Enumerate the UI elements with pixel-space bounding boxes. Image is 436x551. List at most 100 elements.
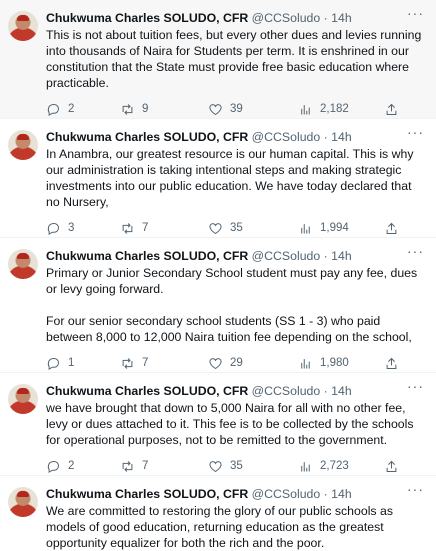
tweet-paragraph: We are committed to restoring the glory … <box>46 504 393 550</box>
share-icon <box>386 357 397 369</box>
retweet-icon <box>122 357 133 369</box>
like-button[interactable]: 29 <box>208 356 298 371</box>
views-count: 1,980 <box>320 357 349 369</box>
share-button[interactable] <box>384 221 404 236</box>
like-count: 29 <box>230 357 243 369</box>
tweet[interactable]: Chukwuma Charles SOLUDO, CFR @CCSoludo ·… <box>0 238 436 372</box>
reply-button[interactable]: 3 <box>46 221 120 236</box>
views-icon <box>301 223 310 233</box>
reply-button[interactable]: 2 <box>46 102 120 117</box>
tweet-paragraph: For our senior secondary school students… <box>46 314 412 344</box>
reply-count: 2 <box>68 460 75 472</box>
author-name[interactable]: Chukwuma Charles SOLUDO, CFR <box>46 249 248 263</box>
share-button[interactable] <box>384 356 404 371</box>
views-icon <box>301 461 310 471</box>
reply-icon <box>47 222 59 235</box>
reply-icon <box>47 460 59 473</box>
avatar[interactable] <box>8 384 38 414</box>
like-count: 35 <box>230 222 243 234</box>
tweet-time[interactable]: 14h <box>331 11 352 25</box>
avatar[interactable] <box>8 249 38 279</box>
reply-button[interactable]: 1 <box>46 356 120 371</box>
author-handle[interactable]: @CCSoludo <box>252 249 321 263</box>
retweet-count: 7 <box>142 357 149 369</box>
views-button[interactable]: 2,723 <box>298 459 384 474</box>
tweet-text: we have brought that down to 5,000 Naira… <box>46 400 428 448</box>
tweet[interactable]: Chukwuma Charles SOLUDO, CFR @CCSoludo ·… <box>0 373 436 475</box>
views-count: 1,994 <box>320 222 349 234</box>
heart-icon <box>209 357 222 369</box>
avatar[interactable] <box>8 487 38 517</box>
reply-icon <box>47 357 59 370</box>
tweet[interactable]: Chukwuma Charles SOLUDO, CFR @CCSoludo ·… <box>0 119 436 237</box>
more-options-icon[interactable]: ··· <box>407 379 424 393</box>
tweet-paragraph: Primary or Junior Secondary School stude… <box>46 266 418 296</box>
more-options-icon[interactable]: ··· <box>407 6 424 20</box>
like-count: 39 <box>230 103 243 115</box>
views-icon <box>301 358 310 368</box>
share-icon <box>386 460 397 472</box>
views-count: 2,723 <box>320 460 349 472</box>
more-options-icon[interactable]: ··· <box>407 244 424 258</box>
like-count: 35 <box>230 460 243 472</box>
share-icon <box>386 222 397 234</box>
author-name[interactable]: Chukwuma Charles SOLUDO, CFR <box>46 130 248 144</box>
author-handle[interactable]: @CCSoludo <box>252 487 321 501</box>
retweet-button[interactable]: 7 <box>120 356 208 371</box>
views-button[interactable]: 1,980 <box>298 356 384 371</box>
tweet[interactable]: Chukwuma Charles SOLUDO, CFR @CCSoludo ·… <box>0 476 436 551</box>
reply-count: 1 <box>68 357 75 369</box>
like-button[interactable]: 35 <box>208 459 298 474</box>
tweet-actions: 2 7 35 2,723 <box>46 458 428 474</box>
like-button[interactable]: 39 <box>208 102 298 117</box>
tweet-actions: 2 9 39 2,182 <box>46 101 428 117</box>
author-handle[interactable]: @CCSoludo <box>252 130 321 144</box>
tweet-text: In Anambra, our greatest resource is our… <box>46 146 428 210</box>
retweet-icon <box>122 222 133 234</box>
avatar[interactable] <box>8 11 38 41</box>
views-button[interactable]: 2,182 <box>298 102 384 117</box>
reply-icon <box>47 103 59 116</box>
author-handle[interactable]: @CCSoludo <box>252 11 321 25</box>
tweet-actions: 3 7 35 1,994 <box>46 220 428 236</box>
heart-icon <box>209 222 222 234</box>
more-options-icon[interactable]: ··· <box>407 482 424 496</box>
tweet-time[interactable]: 14h <box>331 249 352 263</box>
share-button[interactable] <box>384 459 404 474</box>
share-button[interactable] <box>384 102 404 117</box>
retweet-count: 9 <box>142 103 149 115</box>
tweet-paragraph: In Anambra, our greatest resource is our… <box>46 147 414 209</box>
views-button[interactable]: 1,994 <box>298 221 384 236</box>
tweet-thread: Chukwuma Charles SOLUDO, CFR @CCSoludo ·… <box>0 0 436 551</box>
author-handle[interactable]: @CCSoludo <box>252 384 321 398</box>
tweet-text: This is not about tuition fees, but ever… <box>46 27 428 91</box>
tweet[interactable]: Chukwuma Charles SOLUDO, CFR @CCSoludo ·… <box>0 0 436 118</box>
retweet-button[interactable]: 7 <box>120 221 208 236</box>
tweet-paragraph: we have brought that down to 5,000 Naira… <box>46 401 414 447</box>
tweet-actions: 1 7 29 1,980 <box>46 355 428 371</box>
retweet-count: 7 <box>142 460 149 472</box>
heart-icon <box>209 103 222 115</box>
tweet-paragraph: This is not about tuition fees, but ever… <box>46 28 422 90</box>
reply-count: 2 <box>68 103 75 115</box>
tweet-time[interactable]: 14h <box>331 487 352 501</box>
retweet-button[interactable]: 7 <box>120 459 208 474</box>
like-button[interactable]: 35 <box>208 221 298 236</box>
views-count: 2,182 <box>320 103 349 115</box>
author-name[interactable]: Chukwuma Charles SOLUDO, CFR <box>46 11 248 25</box>
retweet-button[interactable]: 9 <box>120 102 208 117</box>
reply-button[interactable]: 2 <box>46 459 120 474</box>
retweet-icon <box>122 460 133 472</box>
author-name[interactable]: Chukwuma Charles SOLUDO, CFR <box>46 487 248 501</box>
retweet-icon <box>122 103 133 115</box>
retweet-count: 7 <box>142 222 149 234</box>
avatar[interactable] <box>8 130 38 160</box>
reply-count: 3 <box>68 222 75 234</box>
share-icon <box>386 103 397 115</box>
tweet-time[interactable]: 14h <box>331 130 352 144</box>
views-icon <box>301 104 310 114</box>
more-options-icon[interactable]: ··· <box>407 125 424 139</box>
author-name[interactable]: Chukwuma Charles SOLUDO, CFR <box>46 384 248 398</box>
tweet-time[interactable]: 14h <box>331 384 352 398</box>
tweet-text: We are committed to restoring the glory … <box>46 503 428 551</box>
